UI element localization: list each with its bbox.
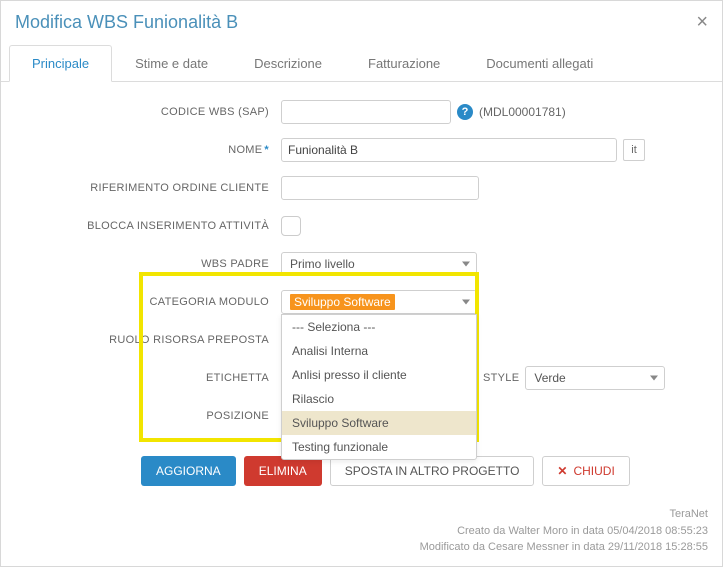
categoria-select[interactable]: Sviluppo Software xyxy=(281,290,477,314)
codice-ext: (MDL00001781) xyxy=(479,105,566,119)
tab-1[interactable]: Stime e date xyxy=(112,45,231,82)
label-categoria: CATEGORIA MODULO xyxy=(21,296,281,308)
nome-input[interactable] xyxy=(281,138,617,162)
tab-2[interactable]: Descrizione xyxy=(231,45,345,82)
footer-brand: TeraNet xyxy=(15,506,708,523)
label-ruolo: RUOLO RISORSA PREPOSTA xyxy=(21,334,281,346)
help-icon[interactable]: ? xyxy=(457,104,473,120)
style-value: Verde xyxy=(534,371,565,385)
footer-created: Creato da Walter Moro in data 05/04/2018… xyxy=(15,523,708,540)
categoria-option[interactable]: Testing funzionale xyxy=(282,435,476,459)
categoria-dropdown: --- Seleziona ---Analisi InternaAnlisi p… xyxy=(281,314,477,460)
form: CODICE WBS (SAP) ? (MDL00001781) NOME* i… xyxy=(1,82,722,452)
style-select[interactable]: Verde xyxy=(525,366,665,390)
tab-3[interactable]: Fatturazione xyxy=(345,45,463,82)
footer: TeraNet Creato da Walter Moro in data 05… xyxy=(1,500,722,566)
label-nome: NOME* xyxy=(21,144,281,156)
padre-value: Primo livello xyxy=(290,257,355,271)
label-etichetta: ETICHETTA xyxy=(21,372,281,384)
chevron-down-icon xyxy=(650,376,658,381)
label-codice: CODICE WBS (SAP) xyxy=(21,106,281,118)
blocca-checkbox[interactable] xyxy=(281,216,301,236)
titlebar: Modifica WBS Funionalità B × xyxy=(1,1,722,44)
categoria-option[interactable]: Sviluppo Software xyxy=(282,411,476,435)
sposta-button[interactable]: SPOSTA IN ALTRO PROGETTO xyxy=(330,456,535,486)
tab-4[interactable]: Documenti allegati xyxy=(463,45,616,82)
label-blocca: BLOCCA INSERIMENTO ATTIVITÀ xyxy=(21,220,281,232)
label-padre: WBS PADRE xyxy=(21,258,281,270)
label-style: STYLE xyxy=(483,372,519,384)
categoria-option[interactable]: Analisi Interna xyxy=(282,339,476,363)
tabs: PrincipaleStime e dateDescrizioneFattura… xyxy=(1,44,722,82)
aggiorna-button[interactable]: AGGIORNA xyxy=(141,456,236,486)
chiudi-button[interactable]: ✕ CHIUDI xyxy=(542,456,629,486)
footer-modified: Modificato da Cesare Messner in data 29/… xyxy=(15,539,708,556)
padre-select[interactable]: Primo livello xyxy=(281,252,477,276)
close-icon: ✕ xyxy=(557,464,567,478)
categoria-option[interactable]: --- Seleziona --- xyxy=(282,315,476,339)
lang-tag[interactable]: it xyxy=(623,139,645,161)
dialog-title: Modifica WBS Funionalità B xyxy=(15,12,238,33)
categoria-option[interactable]: Anlisi presso il cliente xyxy=(282,363,476,387)
close-icon[interactable]: × xyxy=(696,11,708,34)
chevron-down-icon xyxy=(462,262,470,267)
dialog: Modifica WBS Funionalità B × PrincipaleS… xyxy=(0,0,723,567)
tab-0[interactable]: Principale xyxy=(9,45,112,82)
chevron-down-icon xyxy=(462,300,470,305)
elimina-button[interactable]: ELIMINA xyxy=(244,456,322,486)
categoria-value: Sviluppo Software xyxy=(290,294,395,310)
codice-input[interactable] xyxy=(281,100,451,124)
riferimento-input[interactable] xyxy=(281,176,479,200)
categoria-option[interactable]: Rilascio xyxy=(282,387,476,411)
label-riferimento: RIFERIMENTO ORDINE CLIENTE xyxy=(21,182,281,194)
label-posizione: POSIZIONE xyxy=(21,410,281,422)
